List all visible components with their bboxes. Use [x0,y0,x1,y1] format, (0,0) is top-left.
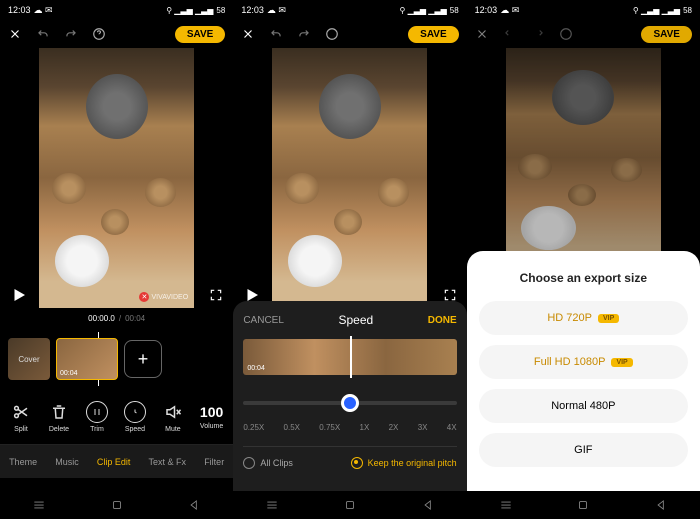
status-bar: 12:03☁ ✉ ⚲ ▁▃▅ ▁▃▅58 [233,0,466,20]
timeline[interactable]: Cover 00:04 + [0,328,233,390]
tab-theme[interactable]: Theme [9,457,37,467]
speed-slider[interactable] [243,389,456,419]
video-preview[interactable]: ✕VIVAVIDEO [0,48,233,308]
speed-ticks: 0.25X 0.5X 0.75X 1X 2X 3X 4X [243,423,456,432]
help-icon [559,27,573,41]
split-button[interactable]: Split [10,401,32,433]
undo-icon[interactable] [269,27,283,41]
export-title: Choose an export size [479,271,688,285]
play-icon[interactable] [10,286,28,304]
nav-back-icon[interactable] [654,498,668,512]
speed-playhead[interactable] [350,336,352,378]
speed-timeline[interactable]: 00:04 [243,339,456,375]
all-clips-toggle[interactable]: All Clips [243,457,293,469]
undo-icon [503,27,517,41]
nav-back-icon[interactable] [187,498,201,512]
close-icon[interactable] [241,27,255,41]
export-gif-button[interactable]: GIF [479,433,688,467]
radio-on-icon [351,457,363,469]
export-480p-button[interactable]: Normal 480P [479,389,688,423]
export-sheet: Choose an export size HD 720PVIP Full HD… [467,251,700,491]
mute-button[interactable]: Mute [162,401,184,433]
clip-thumb[interactable]: 00:04 [56,338,118,380]
export-1080p-button[interactable]: Full HD 1080PVIP [479,345,688,379]
vip-badge: VIP [611,358,632,367]
speed-cancel-button[interactable]: CANCEL [243,315,284,326]
video-preview[interactable] [233,48,466,308]
nav-home-icon[interactable] [343,498,357,512]
delete-button[interactable]: Delete [48,401,70,433]
nav-menu-icon[interactable] [499,498,513,512]
close-icon [475,27,489,41]
nav-back-icon[interactable] [421,498,435,512]
vip-badge: VIP [598,314,619,323]
speed-done-button[interactable]: DONE [428,315,457,326]
android-nav-bar [233,491,466,519]
editor-header: SAVE [467,20,700,48]
tab-music[interactable]: Music [55,457,79,467]
android-nav-bar [467,491,700,519]
speed-button[interactable]: Speed [124,401,146,433]
close-icon[interactable] [8,27,22,41]
trim-button[interactable]: Trim [86,401,108,433]
status-time: 12:03 [8,5,31,15]
fullscreen-icon[interactable] [443,288,457,302]
clip-toolbar: Split Delete Trim Speed Mute 100Volume [0,390,233,444]
nav-menu-icon[interactable] [265,498,279,512]
volume-button[interactable]: 100Volume [200,404,223,430]
help-icon[interactable] [325,27,339,41]
android-nav-bar [0,491,233,519]
tab-filter[interactable]: Filter [204,457,224,467]
cover-thumb[interactable]: Cover [8,338,50,380]
redo-icon[interactable] [297,27,311,41]
redo-icon[interactable] [64,27,78,41]
status-bar: 12:03☁ ✉ ⚲ ▁▃▅ ▁▃▅58 [467,0,700,20]
undo-icon[interactable] [36,27,50,41]
speed-title: Speed [338,313,373,327]
timecode: 00:00.0 / 00:04 [0,308,233,328]
bottom-tabs: Theme Music Clip Edit Text & Fx Filter [0,444,233,478]
speed-slider-thumb[interactable] [341,394,359,412]
export-720p-button[interactable]: HD 720PVIP [479,301,688,335]
nav-home-icon[interactable] [576,498,590,512]
editor-header: SAVE [0,20,233,48]
radio-off-icon [243,457,255,469]
save-button: SAVE [641,26,692,43]
editor-header: SAVE [233,20,466,48]
nav-menu-icon[interactable] [32,498,46,512]
save-button[interactable]: SAVE [175,26,226,43]
add-clip-button[interactable]: + [124,340,162,378]
help-icon[interactable] [92,27,106,41]
save-button[interactable]: SAVE [408,26,459,43]
status-bar: 12:03☁ ✉ ⚲ ▁▃▅ ▁▃▅58 [0,0,233,20]
redo-icon [531,27,545,41]
watermark[interactable]: ✕VIVAVIDEO [139,292,188,302]
speed-panel: CANCEL Speed DONE 00:04 0.25X 0.5X 0.75X… [233,301,466,491]
tab-clip-edit[interactable]: Clip Edit [97,457,131,467]
keep-pitch-toggle[interactable]: Keep the original pitch [351,457,457,469]
tab-text-fx[interactable]: Text & Fx [149,457,187,467]
nav-home-icon[interactable] [110,498,124,512]
fullscreen-icon[interactable] [209,288,223,302]
